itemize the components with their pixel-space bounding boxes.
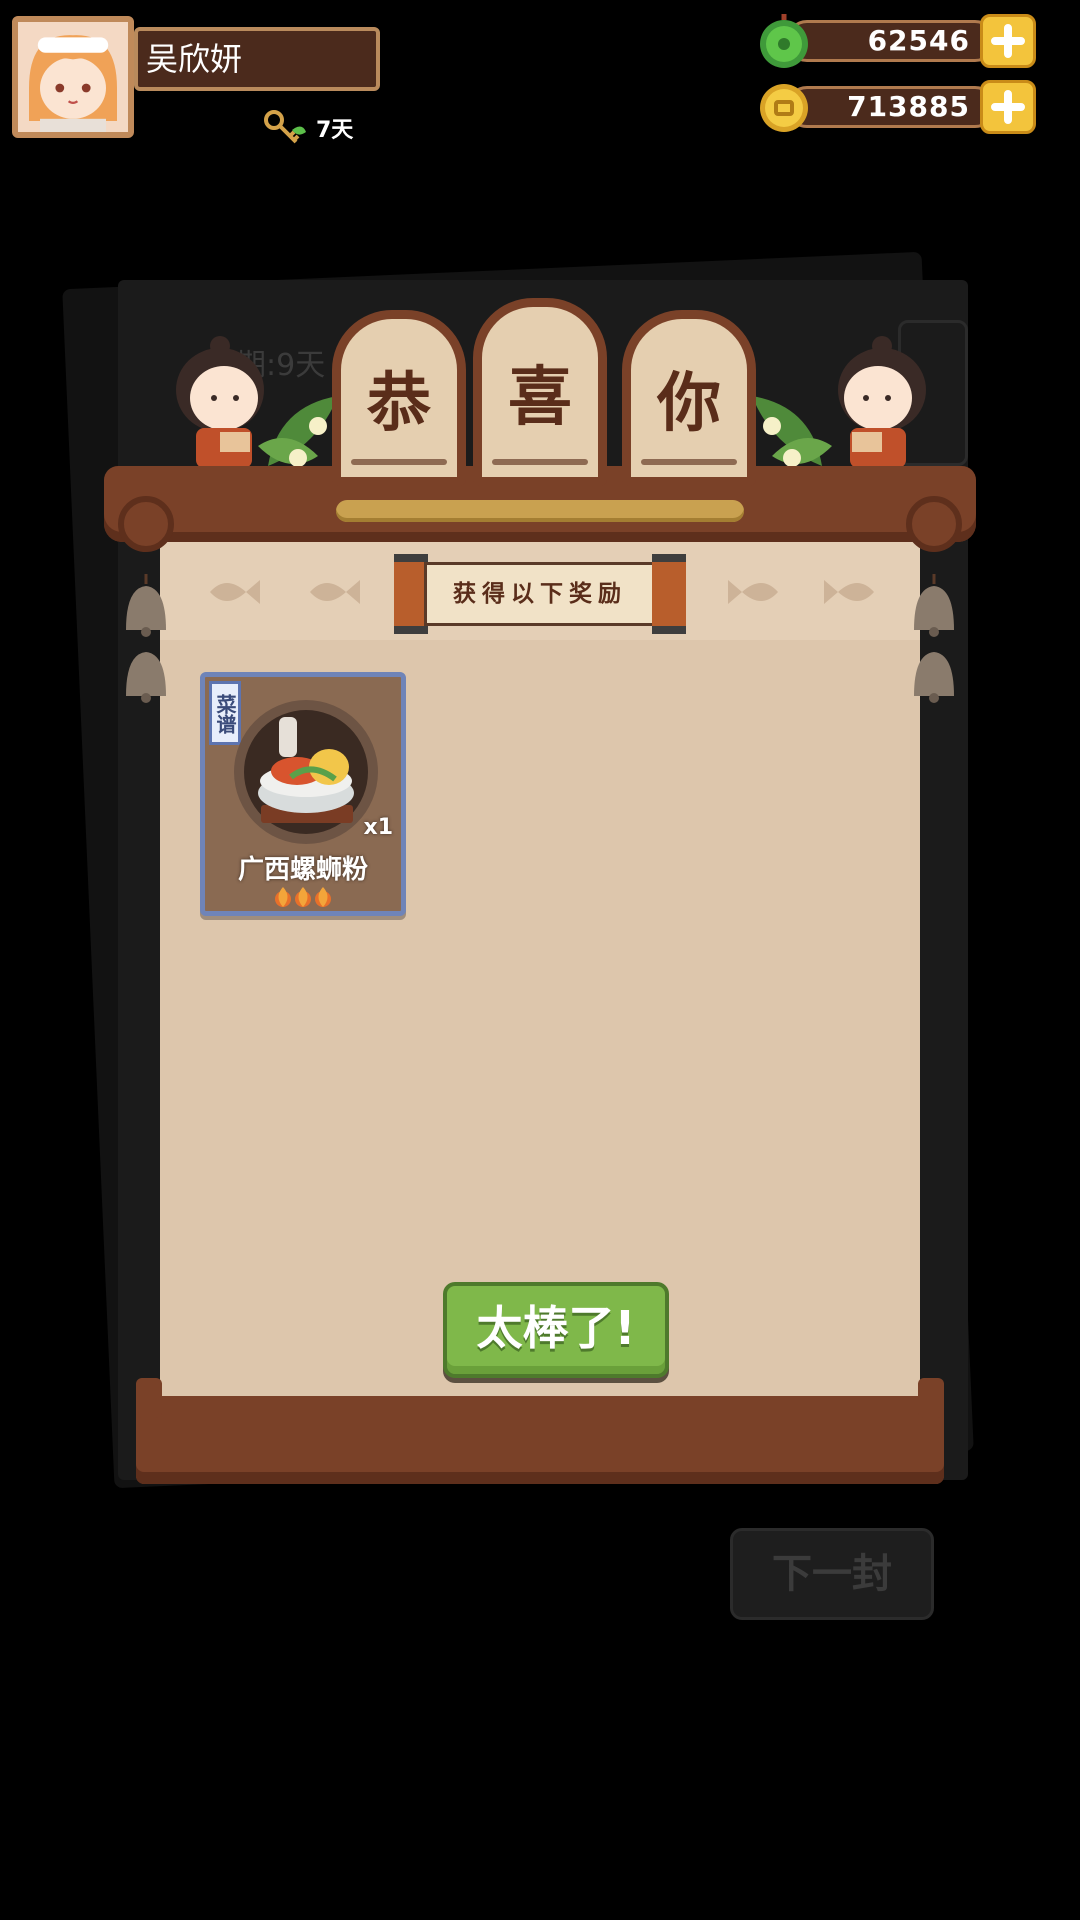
reward-quantity: x1 [363,815,394,840]
next-letter-button: 下一封 [730,1528,934,1620]
player-name: 吴欣妍 [134,27,380,91]
beam-gold-bar [336,500,744,522]
flame-icon [275,887,291,907]
add-coin-button[interactable] [980,80,1036,134]
reward-subtitle: 获得以下奖励 [424,562,656,626]
bell-icon [126,652,166,703]
fish-icon [210,580,260,604]
player-avatar[interactable] [12,16,134,138]
fish-icon [310,580,360,604]
jade-icon [760,14,808,68]
flame-icon [315,887,331,907]
spice-level [205,887,401,907]
bottom-wood-beam [136,1378,944,1484]
coin-icon [760,84,808,132]
key-leaf-icon [264,110,306,144]
right-child-figure [838,336,926,478]
jade-value: 62546 [867,24,970,57]
title-tablet-3: 你 [622,310,756,486]
flame-icon [295,887,311,907]
confirm-button[interactable]: 太棒了! [443,1282,669,1378]
plus-icon [991,90,1025,124]
reward-subtitle-scroll: 获得以下奖励 [394,554,686,634]
plus-icon [991,24,1025,58]
fish-icon [728,580,778,604]
title-tablet-1: 恭 [332,310,466,486]
bell-icon [126,574,166,637]
days-counter: 7天 [262,108,353,148]
reward-name: 广西螺蛳粉 [237,855,368,885]
coin-value: 713885 [847,90,970,123]
add-jade-button[interactable] [980,14,1036,68]
jade-currency: 62546 [756,14,1036,68]
snail-noodle-dish-icon [234,700,378,844]
bell-icon [914,652,954,703]
days-label: 7天 [316,118,354,143]
bell-icon [914,574,954,637]
fish-icon [824,580,874,604]
coin-currency: 713885 [756,80,1036,134]
title-tablet-2: 喜 [473,298,607,486]
reward-item-card[interactable]: 菜谱 x1 广西螺蛳粉 [200,672,406,916]
